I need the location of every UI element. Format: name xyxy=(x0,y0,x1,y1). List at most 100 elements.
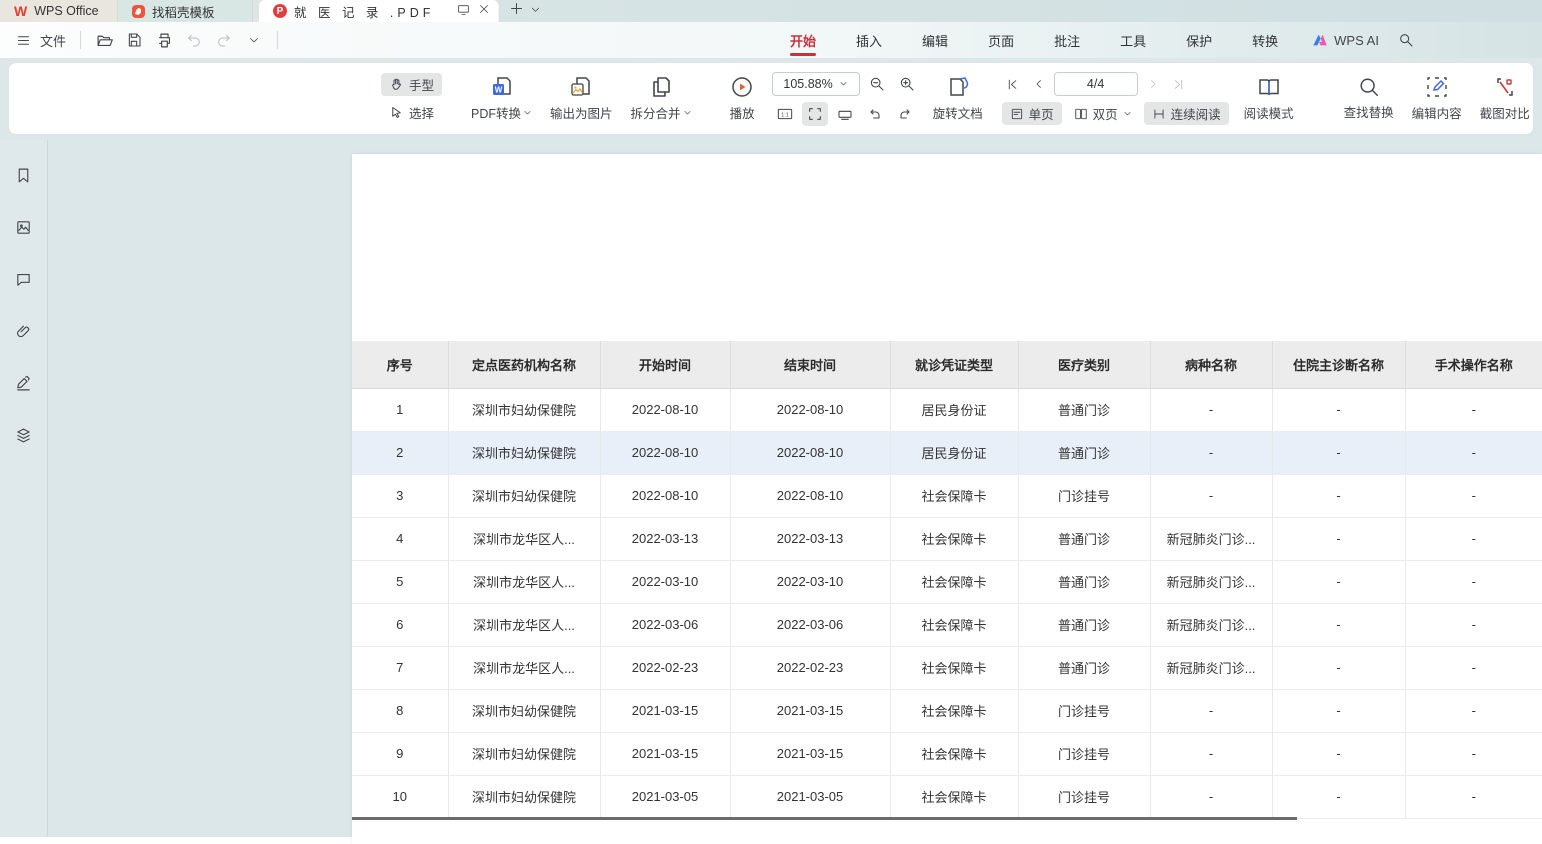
undo-icon[interactable] xyxy=(181,27,207,53)
file-menu[interactable]: 文件 xyxy=(40,31,66,50)
search-icon[interactable] xyxy=(1393,27,1419,53)
first-page-button[interactable] xyxy=(1002,72,1024,96)
previous-page-icon xyxy=(1033,78,1045,90)
table-cell: 社会保障卡 xyxy=(890,775,1018,818)
zoom-level-select[interactable]: 105.88% xyxy=(772,72,860,96)
layers-panel-button[interactable] xyxy=(9,420,39,450)
print-icon[interactable] xyxy=(151,27,177,53)
next-page-button[interactable] xyxy=(1142,72,1164,96)
table-cell: 新冠肺炎门诊... xyxy=(1150,646,1272,689)
fit-width-button[interactable] xyxy=(832,102,858,126)
monitor-icon[interactable] xyxy=(457,3,470,19)
attachments-panel-button[interactable] xyxy=(9,316,39,346)
wps-ai-button[interactable]: WPS AI xyxy=(1312,33,1379,48)
play-button[interactable]: 播放 xyxy=(721,73,764,124)
split-merge-button[interactable]: 拆分合并 xyxy=(622,73,701,124)
tab-list-chevron-icon[interactable] xyxy=(530,2,541,20)
table-row[interactable]: 3深圳市妇幼保健院2022-08-102022-08-10社会保障卡门诊挂号--… xyxy=(352,474,1542,517)
open-folder-icon[interactable] xyxy=(91,27,117,53)
table-cell: 2022-02-23 xyxy=(600,646,730,689)
layers-icon xyxy=(15,427,32,444)
tab-wps-office[interactable]: W WPS Office xyxy=(0,0,118,22)
menu-tab-insert[interactable]: 插入 xyxy=(836,22,902,58)
document-viewport[interactable]: 序号 定点医药机构名称 开始时间 结束时间 就诊凭证类型 医疗类别 病种名称 住… xyxy=(49,140,1542,837)
select-tool-button[interactable]: 选择 xyxy=(381,101,442,124)
export-image-button[interactable]: 输出为图片 xyxy=(541,73,622,124)
tab-wps-office-label: WPS Office xyxy=(34,4,98,18)
table-cell: 2022-03-06 xyxy=(600,603,730,646)
menu-tab-page[interactable]: 页面 xyxy=(968,22,1034,58)
actual-size-button[interactable]: 1:1 xyxy=(772,102,798,126)
fit-page-button[interactable] xyxy=(802,102,828,126)
table-bottom-border xyxy=(352,817,1297,820)
comments-panel-button[interactable] xyxy=(9,264,39,294)
rotate-left-button[interactable] xyxy=(862,102,888,126)
table-cell: 10 xyxy=(352,775,448,818)
tab-docer-templates[interactable]: 找稻壳模板 xyxy=(118,0,253,22)
save-icon[interactable] xyxy=(121,27,147,53)
read-mode-label: 阅读模式 xyxy=(1244,103,1294,122)
bookmarks-panel-button[interactable] xyxy=(9,160,39,190)
edit-content-button[interactable]: 编辑内容 xyxy=(1403,73,1471,124)
table-row[interactable]: 2深圳市妇幼保健院2022-08-102022-08-10居民身份证普通门诊--… xyxy=(352,431,1542,474)
table-cell: - xyxy=(1405,474,1542,517)
tab-document-pdf[interactable]: P 就 医 记 录 .PDF xyxy=(259,0,499,22)
split-merge-icon xyxy=(649,75,673,99)
menu-tab-home[interactable]: 开始 xyxy=(770,22,836,58)
single-page-button[interactable]: 单页 xyxy=(1002,102,1062,125)
hand-tool-label: 手型 xyxy=(409,75,434,94)
new-tab-plus-icon[interactable] xyxy=(509,1,524,21)
close-tab-icon[interactable] xyxy=(478,3,490,19)
table-row[interactable]: 6深圳市龙华区人...2022-03-062022-03-06社会保障卡普通门诊… xyxy=(352,603,1542,646)
last-page-button[interactable] xyxy=(1168,72,1190,96)
table-row[interactable]: 4深圳市龙华区人...2022-03-132022-03-13社会保障卡普通门诊… xyxy=(352,517,1542,560)
signature-panel-button[interactable] xyxy=(9,368,39,398)
previous-page-button[interactable] xyxy=(1028,72,1050,96)
menu-tab-protect[interactable]: 保护 xyxy=(1166,22,1232,58)
table-cell: 7 xyxy=(352,646,448,689)
table-cell: - xyxy=(1405,560,1542,603)
menu-tab-convert[interactable]: 转换 xyxy=(1232,22,1298,58)
read-mode-button[interactable]: 阅读模式 xyxy=(1235,73,1303,124)
table-row[interactable]: 10深圳市妇幼保健院2021-03-052021-03-05社会保障卡门诊挂号-… xyxy=(352,775,1542,818)
menu-tab-tools[interactable]: 工具 xyxy=(1100,22,1166,58)
table-cell: 8 xyxy=(352,689,448,732)
continuous-read-icon xyxy=(1152,107,1166,121)
thumbnails-panel-button[interactable] xyxy=(9,212,39,242)
zoom-in-button[interactable] xyxy=(894,72,920,96)
menu-tab-edit[interactable]: 编辑 xyxy=(902,22,968,58)
header-inpatient-diagnosis: 住院主诊断名称 xyxy=(1272,341,1405,388)
header-seq: 序号 xyxy=(352,341,448,388)
pdf-convert-button[interactable]: W PDF转换 xyxy=(462,73,541,124)
header-start-time: 开始时间 xyxy=(600,341,730,388)
more-actions-chevron-icon[interactable] xyxy=(241,27,267,53)
header-surgery-name: 手术操作名称 xyxy=(1405,341,1542,388)
cursor-arrow-icon xyxy=(389,105,404,120)
table-row[interactable]: 7深圳市龙华区人...2022-02-232022-02-23社会保障卡普通门诊… xyxy=(352,646,1542,689)
hamburger-icon[interactable] xyxy=(10,27,36,53)
double-page-button[interactable]: 双页 xyxy=(1066,102,1140,125)
rotate-right-button[interactable] xyxy=(892,102,918,126)
table-cell: 深圳市妇幼保健院 xyxy=(448,732,600,775)
redo-icon[interactable] xyxy=(211,27,237,53)
table-cell: 2021-03-15 xyxy=(730,732,890,775)
table-cell: 2021-03-05 xyxy=(600,775,730,818)
find-replace-button[interactable]: 查找替换 xyxy=(1335,74,1403,123)
table-row[interactable]: 1深圳市妇幼保健院2022-08-102022-08-10居民身份证普通门诊--… xyxy=(352,388,1542,431)
screenshot-compare-button[interactable]: 截图对比 xyxy=(1471,73,1539,124)
table-header-row: 序号 定点医药机构名称 开始时间 结束时间 就诊凭证类型 医疗类别 病种名称 住… xyxy=(352,341,1542,388)
page-indicator-input[interactable]: 4/4 xyxy=(1054,72,1138,96)
hand-tool-button[interactable]: 手型 xyxy=(381,73,442,96)
table-row[interactable]: 8深圳市妇幼保健院2021-03-152021-03-15社会保障卡门诊挂号--… xyxy=(352,689,1542,732)
rotate-document-button[interactable]: 旋转文档 xyxy=(924,73,992,124)
zoom-out-button[interactable] xyxy=(864,72,890,96)
menu-tab-annotate[interactable]: 批注 xyxy=(1034,22,1100,58)
signature-pen-icon xyxy=(15,375,32,392)
table-cell: - xyxy=(1150,689,1272,732)
table-row[interactable]: 9深圳市妇幼保健院2021-03-152021-03-15社会保障卡门诊挂号--… xyxy=(352,732,1542,775)
table-row[interactable]: 5深圳市龙华区人...2022-03-102022-03-10社会保障卡普通门诊… xyxy=(352,560,1542,603)
sidebar-rail xyxy=(0,140,48,837)
pdf-page[interactable]: 序号 定点医药机构名称 开始时间 结束时间 就诊凭证类型 医疗类别 病种名称 住… xyxy=(352,154,1542,844)
continuous-read-button[interactable]: 连续阅读 xyxy=(1144,102,1229,125)
comment-icon xyxy=(15,271,32,288)
